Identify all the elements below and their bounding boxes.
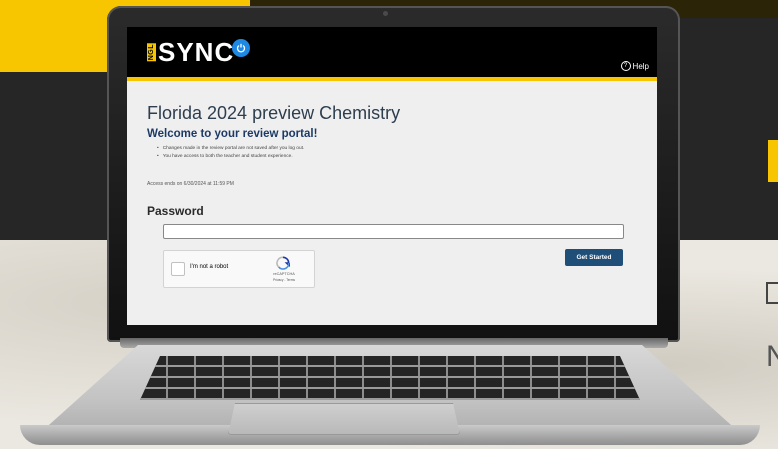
- trackpad: [228, 403, 460, 435]
- password-label: Password: [147, 204, 204, 218]
- recaptcha-links[interactable]: Privacy - Terms: [264, 278, 304, 282]
- side-partial-box: [766, 282, 778, 304]
- help-label: Help: [632, 61, 649, 71]
- side-yellow-bar: [768, 140, 778, 182]
- recaptcha-widget: I'm not a robot reCAPTCHA Privacy - Term…: [163, 250, 315, 288]
- power-icon: [232, 39, 251, 57]
- recaptcha-icon: [276, 256, 290, 270]
- logo-ngl-tag: NGL: [147, 42, 156, 62]
- help-icon: ?: [620, 61, 631, 71]
- page-title: Florida 2024 preview Chemistry: [147, 103, 401, 123]
- access-note: Access ends on 6/30/2024 at 11:59 PM: [147, 181, 234, 187]
- laptop-screen: NGL SYNC ? Help Florida 2024 preview Che…: [127, 27, 657, 325]
- app-header: NGL SYNC ? Help: [127, 27, 657, 81]
- info-item: Changes made in the review portal are no…: [157, 145, 305, 153]
- keyboard-rows: [140, 356, 640, 400]
- welcome-heading: Welcome to your review portal!: [147, 128, 318, 140]
- recaptcha-checkbox[interactable]: [171, 262, 185, 276]
- info-item: You have access to both the teacher and …: [157, 153, 304, 161]
- webcam: [383, 11, 388, 16]
- info-list: Changes made in the review portal are no…: [157, 145, 305, 161]
- recaptcha-brand: reCAPTCHA: [273, 272, 295, 276]
- get-started-button[interactable]: Get Started: [565, 249, 623, 266]
- help-link[interactable]: ? Help: [620, 61, 649, 71]
- logo-sync-text: SYNC: [158, 36, 235, 67]
- password-input[interactable]: [163, 224, 624, 239]
- ngl-sync-logo[interactable]: NGL SYNC: [147, 35, 251, 69]
- side-partial-letter: N: [766, 340, 778, 373]
- recaptcha-label: I'm not a robot: [190, 264, 229, 270]
